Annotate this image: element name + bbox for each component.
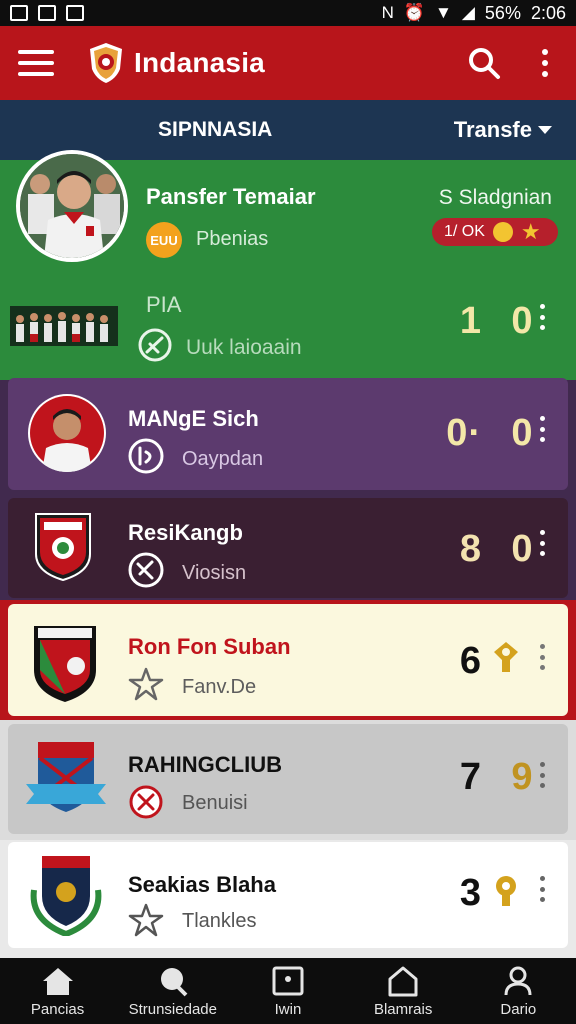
player-subtitle: Pbenias (196, 228, 269, 250)
tablet-icon (272, 966, 304, 995)
brand-logo (90, 43, 122, 83)
score-home: 0· (446, 412, 482, 454)
chevron-down-icon (538, 126, 552, 134)
transfer-dropdown[interactable]: Transfe (454, 117, 552, 143)
score-away: 0 (511, 300, 534, 342)
alarm-icon: ⏰ (403, 3, 426, 22)
nav-label: Strunsiedade (128, 1000, 217, 1018)
score-away: 0 (511, 412, 534, 454)
tactics-icon (128, 552, 164, 588)
match-card[interactable]: Ron Fon Suban Fanv.De (8, 604, 568, 716)
nav-label: Blamrais (373, 1000, 433, 1018)
score-away: 0 (511, 528, 534, 570)
match-score: 0· 0 (440, 412, 534, 455)
card-subtitle: Fanv.De (182, 676, 257, 698)
nav-label: Pancias (30, 1000, 85, 1018)
club-crest-icon (30, 856, 102, 936)
nav-item-blamrais[interactable]: Blamrais (348, 965, 458, 1018)
cancel-icon (129, 785, 163, 819)
more-vertical-icon[interactable] (538, 762, 546, 788)
nav-label: Dario (500, 1000, 537, 1018)
match-score: 1 0 (440, 300, 534, 343)
notification-icon (10, 5, 28, 21)
whistle-icon (138, 328, 172, 362)
star-icon (128, 667, 164, 701)
more-vertical-icon[interactable] (538, 644, 546, 670)
image-icon (38, 5, 56, 21)
score-home: 7 (459, 756, 482, 798)
player-avatar (28, 394, 106, 472)
more-vertical-icon[interactable] (540, 49, 550, 77)
score-away: 9 (511, 756, 534, 798)
score-home: 8 (459, 528, 482, 570)
card-title: ResiKangb (128, 520, 243, 545)
card-title: Seakias Blaha (128, 872, 276, 897)
search-icon (160, 967, 188, 996)
club-crest-icon (34, 626, 96, 702)
status-bar: N ⏰ ▼ ◢ 56% 2:06 (0, 0, 576, 26)
sub-header-title: SIPNNASIA (158, 118, 273, 141)
whistle-icon (128, 438, 164, 474)
more-vertical-icon[interactable] (538, 304, 546, 330)
more-vertical-icon[interactable] (538, 530, 546, 556)
club-crest-icon (35, 513, 91, 582)
bottom-navigation: Pancias Strunsiedade Iwin Blamrais Dario (0, 958, 576, 1024)
trophy-icon (496, 876, 516, 906)
card-subtitle: Tlankles (182, 910, 257, 932)
more-vertical-icon[interactable] (538, 876, 546, 902)
nav-item-search[interactable]: Strunsiedade (118, 965, 228, 1018)
status-time: 2:06 (530, 2, 566, 23)
match-score: 8 0 (440, 528, 534, 571)
player-name: Pansfer Temaiar (146, 184, 316, 209)
nav-item-dario[interactable]: Dario (463, 965, 573, 1018)
match-title: PIA (146, 292, 182, 317)
star-icon: ★ (520, 219, 541, 244)
wifi-icon: ▼ (435, 3, 452, 22)
card-title: RAHINGCLIUB (128, 752, 282, 777)
player-stat: S Sladgnian (438, 186, 552, 209)
search-icon[interactable] (464, 43, 504, 83)
trophy-icon (494, 642, 518, 672)
match-subtitle: Uuk laioaain (186, 336, 302, 359)
match-score: 6 (440, 640, 482, 683)
nfc-icon: N (381, 3, 394, 22)
status-badge[interactable]: 1/ OK ★ (432, 218, 558, 246)
card-subtitle: Benuisi (182, 792, 248, 814)
user-icon (504, 966, 532, 995)
battery-text: 56% (484, 2, 521, 23)
dropdown-label: Transfe (453, 117, 532, 142)
app-title: Indanasia (134, 47, 265, 78)
more-vertical-icon[interactable] (538, 416, 546, 442)
player-badge: EUU (146, 222, 182, 258)
match-card[interactable]: Seakias Blaha Tlankles (8, 842, 568, 948)
home-icon (42, 967, 73, 995)
nav-item-home[interactable]: Pancias (3, 965, 113, 1018)
star-icon (128, 903, 164, 937)
score-home: 1 (459, 300, 482, 342)
match-score: 3 (440, 872, 482, 915)
status-badge-label: 1/ OK (444, 223, 485, 240)
nav-label: Iwin (274, 1000, 302, 1018)
club-crest-icon (26, 742, 106, 812)
score-home: 6 (459, 640, 482, 682)
score-home: 3 (459, 872, 482, 914)
image-icon (66, 5, 84, 21)
player-avatar[interactable] (16, 150, 128, 262)
signal-icon: ◢ (461, 3, 475, 22)
match-score: 7 9 (440, 756, 534, 799)
card-subtitle: Viosisn (182, 562, 247, 584)
house-icon (388, 966, 418, 996)
coin-icon (492, 222, 513, 242)
card-subtitle: Oaypdan (182, 448, 264, 470)
menu-icon[interactable] (18, 50, 54, 76)
card-title: Ron Fon Suban (128, 634, 291, 659)
match-photo (10, 306, 118, 346)
nav-item-iwin[interactable]: Iwin (233, 965, 343, 1018)
app-bar: Indanasia (0, 26, 576, 100)
card-title: MANgE Sich (128, 406, 259, 431)
